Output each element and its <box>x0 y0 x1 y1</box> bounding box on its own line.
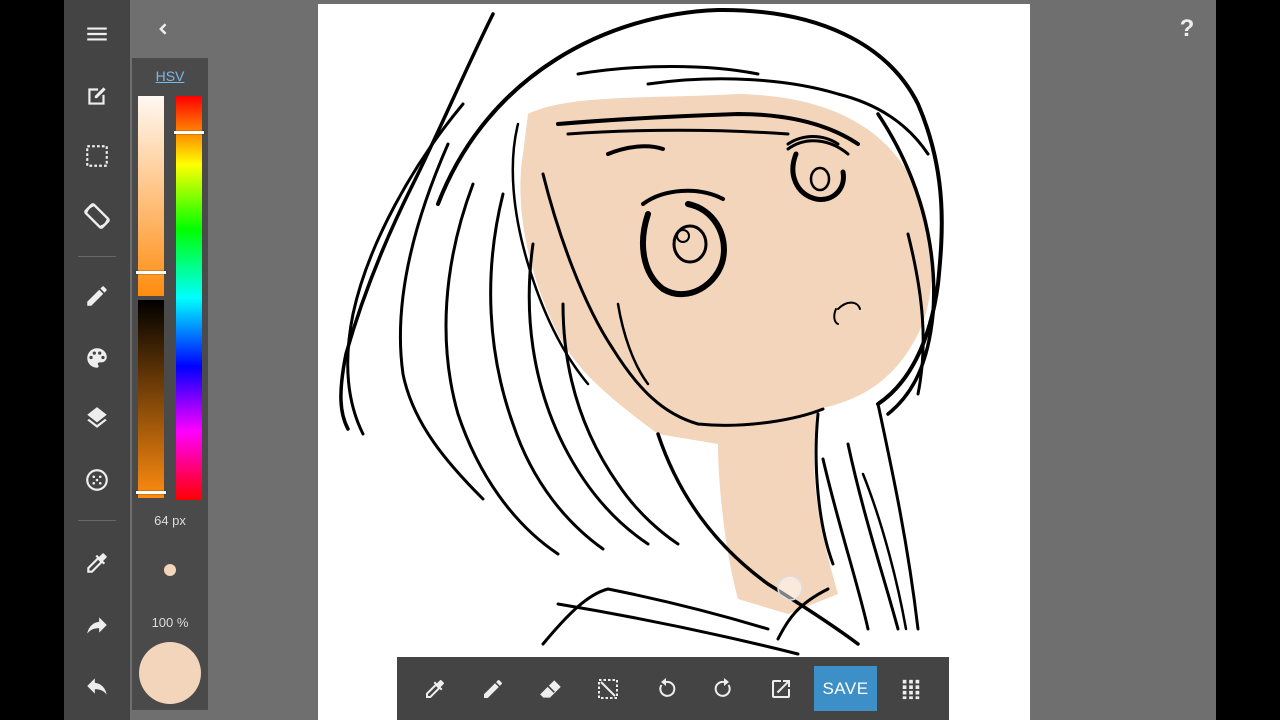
bottom-eyedropper-button[interactable] <box>415 669 455 709</box>
toolbar-divider <box>78 256 116 257</box>
screen-rotation-icon <box>84 203 110 229</box>
collar-outline <box>541 587 770 646</box>
bottom-deselect-button[interactable] <box>588 669 628 709</box>
redo-icon <box>87 617 107 634</box>
redo-icon <box>714 678 731 697</box>
brush-size-label: 64 px <box>154 513 186 528</box>
redo-button[interactable] <box>77 605 117 645</box>
brush-size-preview[interactable] <box>164 564 176 576</box>
selection-icon <box>86 145 108 167</box>
eyedropper-button[interactable] <box>77 543 117 583</box>
color-panel: HSV 64 px 100 % <box>132 58 208 710</box>
hair-right <box>821 457 870 631</box>
brush-button[interactable] <box>77 276 117 316</box>
hair-fringe <box>576 65 760 76</box>
hue-slider[interactable] <box>174 96 204 500</box>
deselect-icon <box>598 679 618 699</box>
eyedropper-icon <box>87 553 107 573</box>
collar-outline <box>556 602 800 656</box>
bottom-redo-button[interactable] <box>704 669 744 709</box>
brush-icon <box>87 286 107 306</box>
saturation-slider-thumb[interactable] <box>136 270 166 274</box>
layers-icon <box>87 407 107 428</box>
undo-button[interactable] <box>77 666 117 706</box>
bottom-eraser-button[interactable] <box>531 669 571 709</box>
rotate-screen-button[interactable] <box>77 196 117 236</box>
halftone-icon <box>86 469 108 491</box>
save-button[interactable]: SAVE <box>814 666 877 711</box>
eyedropper-icon <box>426 680 444 698</box>
edit-square-icon <box>88 87 106 105</box>
opacity-label: 100 % <box>151 615 189 630</box>
left-toolbar <box>64 0 130 720</box>
selection-button[interactable] <box>77 136 117 176</box>
menu-button[interactable] <box>77 14 117 54</box>
help-button[interactable]: ? <box>1172 14 1202 44</box>
bottom-export-button[interactable] <box>761 669 801 709</box>
palette-button[interactable] <box>77 338 117 378</box>
hue-slider-thumb[interactable] <box>174 130 204 134</box>
bottom-pen-button[interactable] <box>473 669 513 709</box>
eraser-icon <box>540 680 561 698</box>
layers-button[interactable] <box>77 398 117 438</box>
more-tools-button[interactable] <box>891 669 931 709</box>
value-slider-thumb[interactable] <box>136 490 166 494</box>
value-slider[interactable] <box>136 300 166 498</box>
hair-right <box>861 472 908 631</box>
chevron-left-icon <box>159 23 167 35</box>
hair-right <box>846 442 900 631</box>
back-button[interactable] <box>148 14 178 44</box>
undo-icon <box>659 678 676 697</box>
artwork <box>339 7 944 656</box>
saturation-slider[interactable] <box>136 96 166 296</box>
bottom-undo-button[interactable] <box>646 669 686 709</box>
export-icon <box>772 680 790 698</box>
drawing-canvas[interactable] <box>318 4 1030 720</box>
palette-icon <box>87 348 107 368</box>
undo-icon <box>87 678 107 695</box>
grid-dots-icon <box>902 679 920 700</box>
menu-icon <box>87 27 107 41</box>
help-label: ? <box>1179 15 1195 42</box>
pen-icon <box>484 679 502 698</box>
drawing-app: ? HSV 64 px 100 % SAVE <box>64 0 1216 720</box>
bottom-toolbar: SAVE <box>397 657 949 720</box>
current-color-swatch[interactable] <box>139 642 201 704</box>
new-canvas-button[interactable] <box>77 76 117 116</box>
hsv-mode-link[interactable]: HSV <box>132 68 208 84</box>
halftone-button[interactable] <box>77 460 117 500</box>
brush-cursor <box>777 575 803 601</box>
hair-outline <box>339 12 495 431</box>
toolbar-divider <box>78 520 116 521</box>
